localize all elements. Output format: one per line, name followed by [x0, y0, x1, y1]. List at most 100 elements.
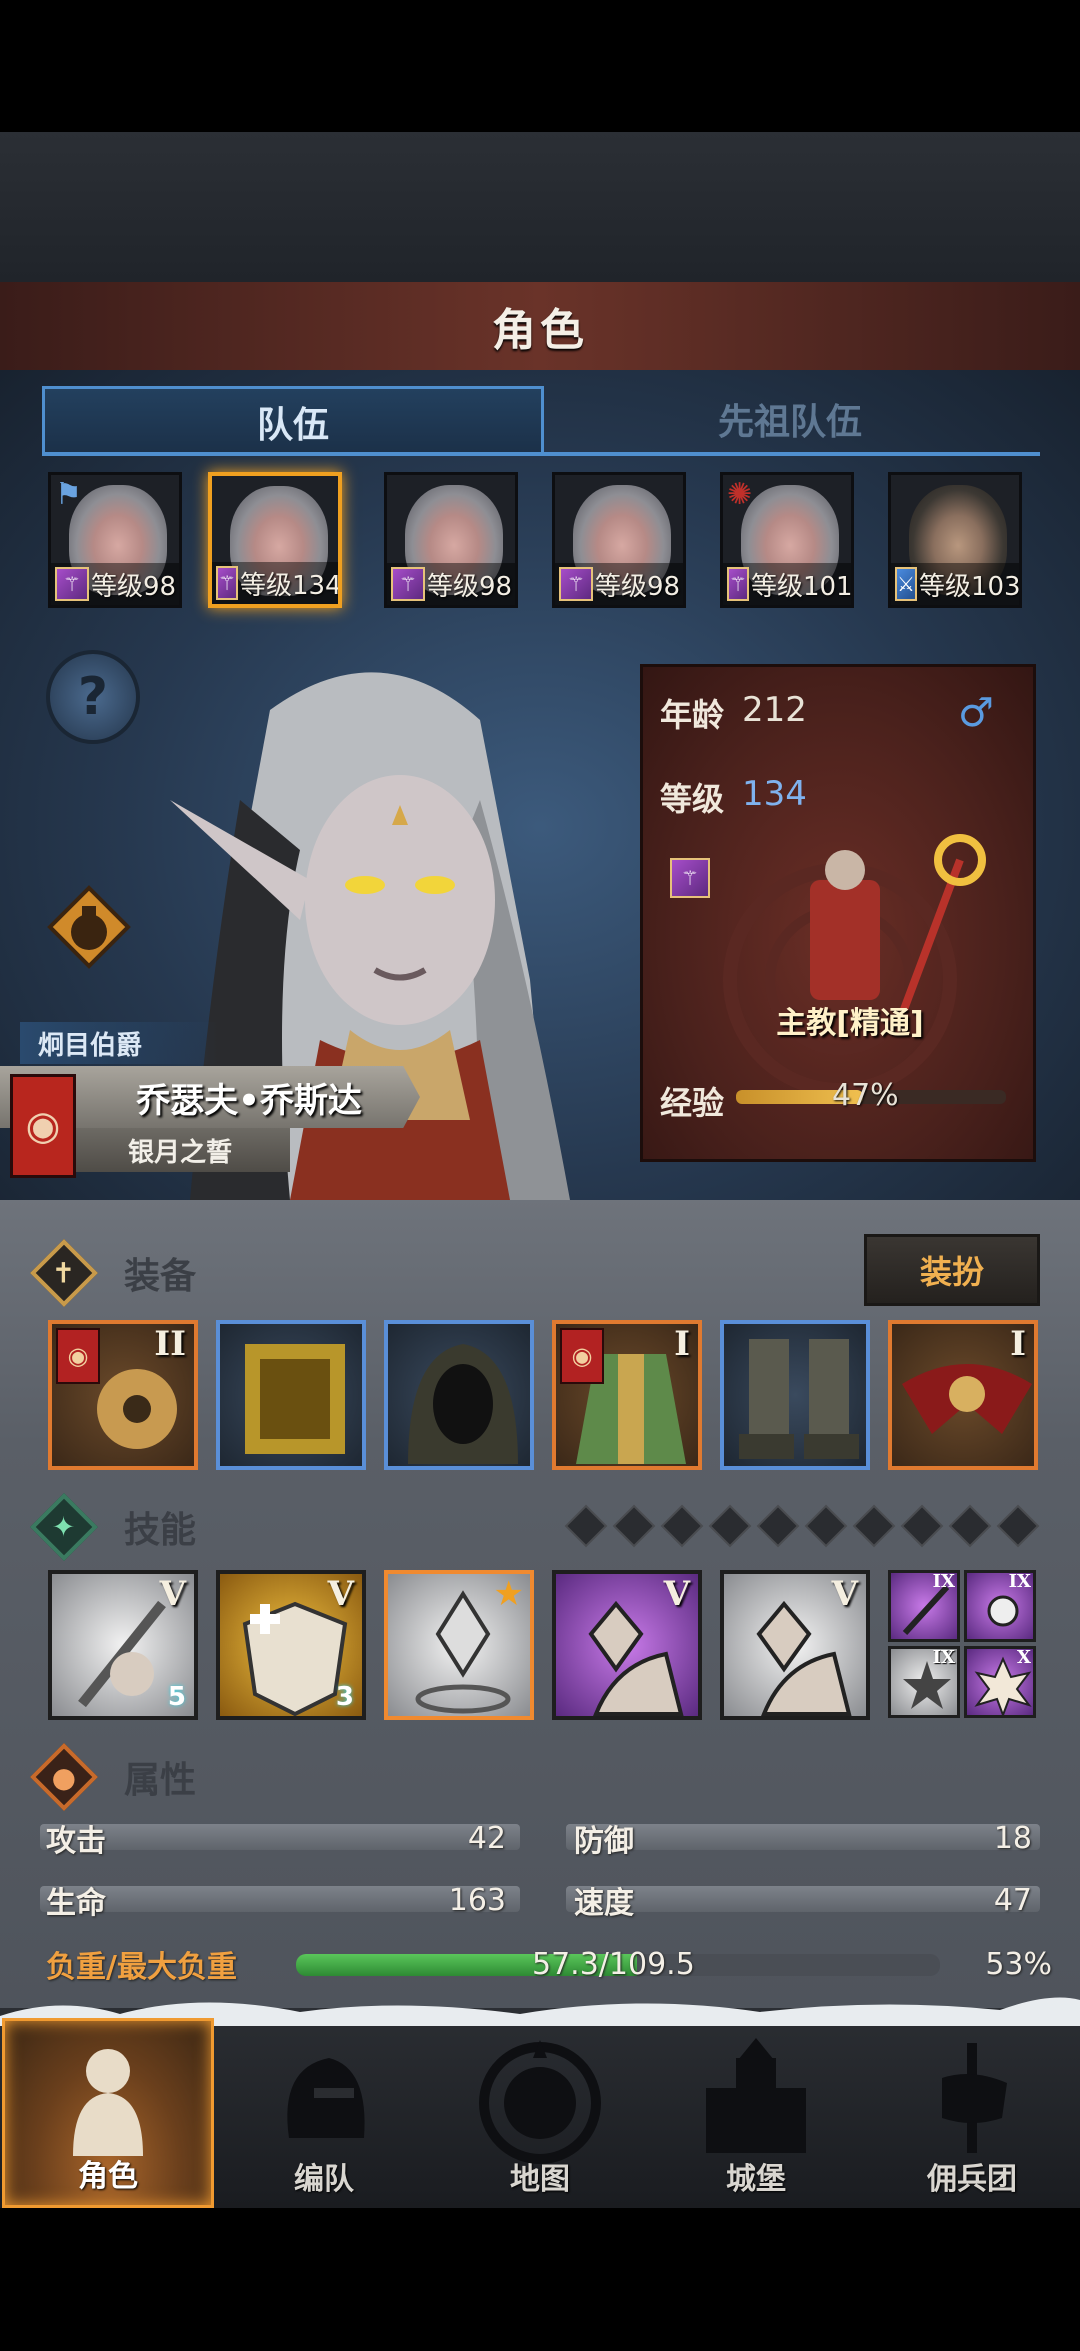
character-title: 炯目伯爵	[20, 1022, 218, 1064]
hood-icon	[408, 1344, 518, 1464]
load-label: 负重/最大负重	[46, 1950, 237, 1985]
level-label: 等级	[660, 780, 725, 818]
hero-slot[interactable]: ⚑ ⚚ 等级98	[48, 472, 182, 608]
dress-up-button[interactable]: 装扮	[864, 1234, 1040, 1306]
star-icon: ★	[493, 1574, 524, 1614]
skill-tier: X	[1017, 1647, 1031, 1668]
faction-banner: ◉	[10, 1074, 76, 1178]
attack-label: 攻击	[46, 1824, 106, 1859]
hero-slot[interactable]: ✺ ⚚ 等级101	[720, 472, 854, 608]
skill-star-icon: ✦	[30, 1493, 98, 1561]
faction-banner-icon: ◉	[560, 1328, 604, 1384]
potion-icon	[47, 885, 131, 969]
equipment-slot-head[interactable]	[384, 1320, 534, 1470]
exp-percent: 47%	[832, 1078, 899, 1113]
skill-badge: 5	[167, 1682, 186, 1712]
top-header-strip	[0, 132, 1080, 282]
cross-icon: ✝	[30, 1239, 98, 1307]
knight-icon	[73, 2049, 143, 2156]
skills-title: 技能	[124, 1510, 197, 1551]
staff-class-icon: ⚚	[55, 567, 89, 601]
question-icon: ?	[77, 667, 109, 727]
faction-emblem-icon: ◉	[25, 1103, 61, 1149]
page-title: 角色	[0, 282, 1080, 374]
nav-castle[interactable]: 城堡	[650, 2018, 862, 2208]
equipment-slot-accessory[interactable]: I	[888, 1320, 1038, 1470]
equipment-slot-weapon[interactable]: ◉ II	[48, 1320, 198, 1470]
attack-value: 42	[467, 1820, 506, 1856]
skill-slot[interactable]: V 5	[48, 1570, 198, 1720]
load-percent: 53%	[985, 1946, 1052, 1982]
hero-level: 等级98	[91, 571, 177, 602]
attributes-title: 属性	[124, 1760, 197, 1801]
skill-slot[interactable]: V	[720, 1570, 870, 1720]
faction-banner-icon: ◉	[56, 1328, 100, 1384]
skill-tier: V	[327, 1574, 354, 1614]
nav-label: 佣兵团	[927, 2162, 1017, 2197]
tier-label: I	[1010, 1324, 1026, 1364]
level-value: 134	[742, 774, 807, 814]
speed-value: 47	[993, 1882, 1032, 1918]
skill-slot-selected[interactable]: ★	[384, 1570, 534, 1720]
skills-header: ✦ 技能	[30, 1493, 197, 1561]
passive-skill-slot[interactable]: X	[964, 1646, 1036, 1718]
boots-icon	[739, 1339, 859, 1459]
skill-badge: 3	[335, 1682, 354, 1712]
equipment-slot-boots[interactable]	[720, 1320, 870, 1470]
hero-level: 等级98	[427, 571, 513, 602]
helmet-icon	[287, 2058, 365, 2138]
skill-tier: V	[159, 1574, 186, 1614]
nav-label: 城堡	[726, 2162, 786, 2197]
hero-slot[interactable]: ⚚ 等级98	[384, 472, 518, 608]
compass-icon	[479, 2040, 601, 2164]
castle-icon	[706, 2038, 806, 2153]
staff-class-icon: ⚚	[727, 567, 749, 601]
nav-mercenary[interactable]: 佣兵团	[866, 2018, 1078, 2208]
tab-team[interactable]: 队伍	[42, 386, 544, 455]
hero-slot[interactable]: ⚔ 等级103	[888, 472, 1022, 608]
tab-underline	[42, 452, 1040, 456]
equipment-slot-armor[interactable]: ◉ I	[552, 1320, 702, 1470]
nav-character[interactable]: 角色	[2, 2018, 214, 2208]
age-label: 年龄	[660, 696, 725, 734]
hero-slot-selected[interactable]: ⚚ 等级134	[208, 472, 342, 608]
equipment-header: ✝ 装备	[30, 1239, 196, 1307]
passive-skill-slot[interactable]: IX	[888, 1570, 960, 1642]
tier-label: II	[154, 1324, 186, 1364]
hp-label: 生命	[46, 1886, 106, 1921]
hero-level: 等级98	[595, 571, 681, 602]
skill-tier: IX	[1008, 1571, 1031, 1592]
passive-skill-slot[interactable]: IX	[964, 1570, 1036, 1642]
hero-level: 等级134	[239, 570, 342, 601]
load-value: 57.3/109.5	[532, 1946, 695, 1982]
class-name: 主教[精通]	[776, 1006, 924, 1041]
hero-slot[interactable]: ⚚ 等级98	[552, 472, 686, 608]
staff-class-icon: ⚚	[559, 567, 593, 601]
character-name: 乔瑟夫•乔斯达	[136, 1080, 362, 1121]
nav-map[interactable]: 地图	[434, 2018, 646, 2208]
potion-button[interactable]	[46, 884, 132, 970]
hp-value: 163	[448, 1882, 506, 1918]
staff-class-icon: ⚚	[670, 858, 710, 898]
passive-skill-slot[interactable]: IX	[888, 1646, 960, 1718]
skill-slot[interactable]: V 3	[216, 1570, 366, 1720]
nav-formation[interactable]: 编队	[218, 2018, 430, 2208]
skill-tier: V	[663, 1574, 690, 1614]
person-icon: ●	[30, 1743, 98, 1811]
tab-ancestor-team[interactable]: 先祖队伍	[540, 386, 1040, 452]
speed-label: 速度	[574, 1886, 634, 1921]
top-black-bar	[0, 0, 1080, 132]
hero-level: 等级103	[918, 571, 1021, 602]
equipment-slot-offhand[interactable]	[216, 1320, 366, 1470]
defense-label: 防御	[574, 1824, 634, 1859]
tier-label: I	[674, 1324, 690, 1364]
help-button[interactable]: ?	[46, 650, 140, 744]
staff-class-icon: ⚚	[216, 566, 238, 600]
skill-slot[interactable]: V	[552, 1570, 702, 1720]
skill-tier: V	[831, 1574, 858, 1614]
skill-points-indicator	[564, 1504, 1040, 1548]
nav-label: 编队	[294, 2162, 354, 2197]
attributes-header: ● 属性	[30, 1743, 197, 1811]
bottom-black-bar	[0, 2208, 1080, 2351]
sword-class-icon: ⚔	[895, 567, 917, 601]
